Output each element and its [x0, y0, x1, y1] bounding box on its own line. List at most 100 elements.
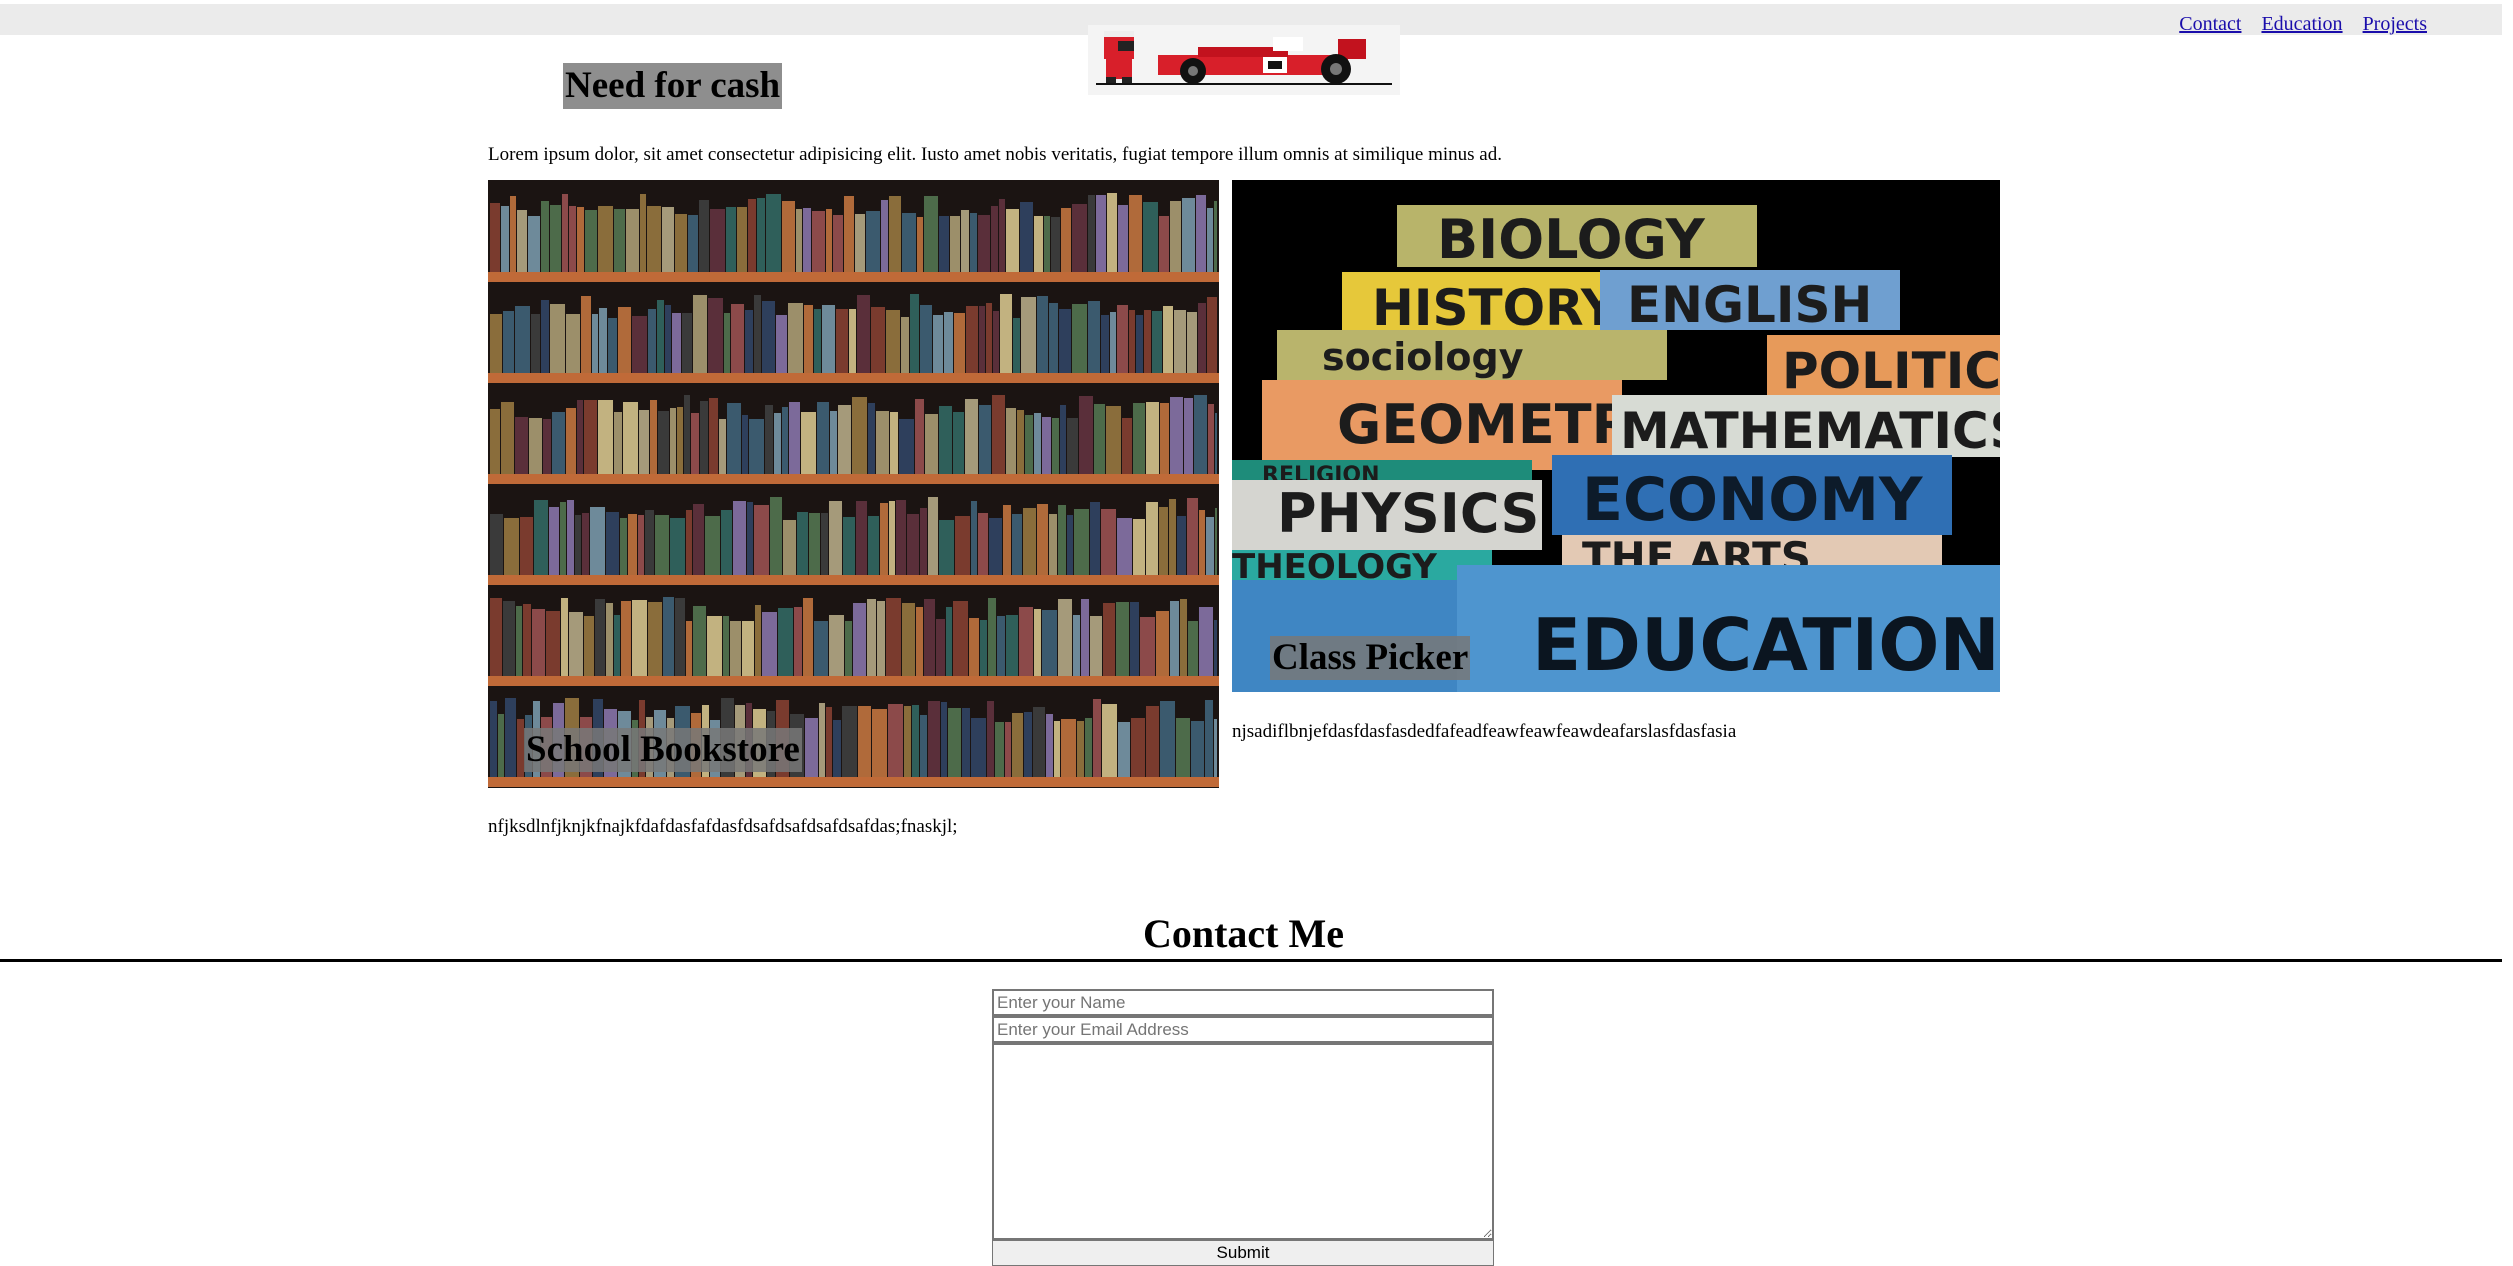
nav-link-contact[interactable]: Contact: [2179, 13, 2241, 36]
intro-text: Lorem ipsum dolor, sit amet consectetur …: [488, 144, 1502, 165]
book-label: PHYSICS: [1277, 482, 1539, 545]
book-spine: [1118, 205, 1128, 272]
nav-link-projects[interactable]: Projects: [2363, 13, 2427, 36]
book-spine: [1072, 304, 1087, 373]
book-spine: [830, 411, 837, 474]
book-spine: [623, 402, 638, 474]
book-spine: [598, 400, 613, 474]
shelf-board: [488, 474, 1219, 484]
name-input[interactable]: [992, 989, 1494, 1016]
book-spine: [747, 502, 753, 575]
book-spine: [877, 601, 885, 676]
book-spine: [1061, 719, 1076, 777]
book-spine: [541, 201, 549, 272]
book-spine: [529, 418, 542, 474]
book-spine: [971, 501, 977, 575]
book-spine: [1094, 404, 1105, 474]
book-spine: [710, 209, 725, 272]
book-spine: [592, 314, 598, 373]
submit-button[interactable]: Submit: [992, 1240, 1494, 1266]
book-spine: [585, 210, 597, 272]
book-spine: [1000, 294, 1012, 373]
book-spine: [924, 599, 935, 676]
book-spine: [1214, 719, 1217, 777]
book-spine: [606, 512, 619, 575]
book-spine: [733, 501, 746, 575]
book-spine: [801, 412, 816, 474]
email-input[interactable]: [992, 1016, 1494, 1043]
book-spine: [856, 501, 867, 575]
nav-link-education[interactable]: Education: [2261, 13, 2342, 36]
book-spine: [1208, 404, 1214, 474]
book-spine: [707, 616, 722, 676]
book-spine: [889, 196, 901, 272]
book-spine: [1019, 607, 1033, 676]
book-spine: [561, 598, 568, 676]
book-spine: [1088, 301, 1100, 373]
book-spine: [1023, 508, 1036, 575]
book-spine: [658, 411, 669, 474]
book-spine: [966, 306, 978, 373]
book-spine: [1129, 195, 1142, 272]
book-spine: [490, 598, 502, 676]
book-spine: [531, 314, 540, 373]
book-spine: [490, 514, 503, 575]
book-spine: [546, 611, 560, 676]
book-spine: [1133, 403, 1145, 474]
book-spine: [640, 194, 646, 272]
book-spine: [731, 304, 744, 373]
book-spine: [684, 395, 690, 474]
book-spine: [997, 616, 1005, 676]
book-spine: [971, 718, 986, 777]
book-spine: [867, 599, 876, 676]
book-spine: [838, 405, 851, 474]
bookstore-image[interactable]: [488, 180, 1219, 788]
book-spine: [1101, 315, 1109, 373]
book-spine: [822, 305, 835, 373]
book-spine: [953, 412, 964, 474]
book-spine: [1077, 721, 1084, 777]
book-spine: [569, 612, 583, 676]
book-spine: [724, 313, 730, 373]
bookshelf-illustration: [488, 180, 1219, 788]
book-spine: [1215, 508, 1217, 575]
book-spine: [969, 618, 979, 676]
book-spine: [819, 703, 825, 777]
book-spine: [1012, 713, 1023, 777]
book-spine: [842, 706, 857, 777]
book-spine: [1170, 601, 1179, 676]
message-textarea[interactable]: [992, 1043, 1494, 1240]
book-spine: [999, 199, 1005, 272]
class-picker-image[interactable]: BIOLOGY HISTORY ENGLISH sociology POLITI…: [1232, 180, 2000, 692]
book-spine: [1146, 502, 1158, 575]
book-spine: [1096, 195, 1106, 272]
book-spine: [648, 309, 656, 373]
book-spine: [632, 316, 647, 373]
book-spine: [1188, 621, 1198, 676]
book-label: GEOMETR: [1337, 393, 1633, 456]
book-spine: [675, 598, 685, 676]
book-spine: [889, 501, 895, 575]
book-label: ENGLISH: [1627, 276, 1872, 334]
book-spine: [849, 309, 856, 373]
book-spine: [814, 309, 821, 373]
book-spine: [989, 518, 1002, 575]
book-spine: [1169, 499, 1176, 575]
book-spine: [833, 720, 841, 777]
book-spine: [1042, 610, 1057, 676]
book-spine: [754, 295, 761, 373]
book-spine: [1012, 514, 1022, 575]
book-spine: [888, 704, 903, 777]
book-spine: [670, 408, 676, 474]
book-spine: [812, 211, 825, 272]
book-spine: [904, 706, 911, 777]
book-spine: [868, 516, 879, 575]
book-spine: [809, 513, 820, 575]
book-spine: [844, 196, 854, 272]
book-spine: [955, 516, 970, 575]
book-spine: [1163, 306, 1173, 373]
book-spine: [1054, 721, 1060, 777]
book-spine: [552, 412, 565, 474]
book-spine: [532, 609, 545, 676]
book-spine: [1059, 309, 1071, 373]
